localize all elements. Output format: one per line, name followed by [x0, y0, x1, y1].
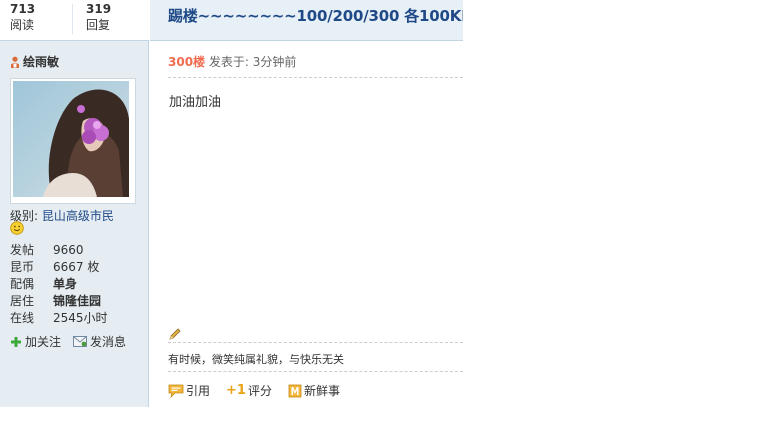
info-value: 锦隆佳园: [53, 294, 102, 308]
info-value: 6667 枚: [53, 260, 100, 274]
posted-prefix: 发表于:: [208, 55, 249, 69]
info-row-spouse: 配偶 单身: [10, 276, 140, 293]
fresh-label: 新鲜事: [303, 384, 340, 398]
author-level: 级别: 昆山高级市民: [10, 207, 114, 224]
post-actions: 引用 +1 评分 新鲜事: [168, 382, 356, 399]
rate-button[interactable]: +1 评分: [226, 382, 272, 399]
info-row-posts: 发帖 9660: [10, 242, 140, 259]
author-name[interactable]: 绘雨敏: [23, 53, 59, 70]
info-key: 发帖: [10, 243, 35, 257]
signature: 有时候，微笑纯属礼貌，与快乐无关: [168, 353, 344, 366]
user-icon: [11, 56, 19, 68]
replies-count: 319: [86, 2, 112, 16]
post-meta: 300楼 发表于: 3分钟前: [168, 53, 296, 70]
smiley-icon: [10, 221, 24, 235]
replies-stat: 319 回复: [86, 2, 154, 33]
rate-plus-icon: +1: [226, 383, 246, 398]
rate-label: 评分: [247, 384, 272, 398]
message-label: 发消息: [90, 335, 127, 349]
follow-label: 加关注: [25, 335, 62, 349]
posted-time: 3分钟前: [252, 55, 297, 69]
info-row-online: 在线 2545小时: [10, 310, 140, 327]
replies-label: 回复: [86, 18, 111, 32]
quote-label: 引用: [186, 384, 211, 398]
info-key: 在线: [10, 311, 35, 325]
mail-icon: [73, 336, 88, 347]
thread-stats: 713 阅读 319 回复: [0, 0, 149, 41]
meta-divider: [168, 77, 463, 78]
fresh-button[interactable]: 新鲜事: [288, 382, 340, 399]
info-value: 2545小时: [53, 311, 108, 325]
actions-divider: [168, 371, 463, 372]
post-content: 加油加油: [169, 95, 222, 110]
avatar-image: [13, 81, 129, 197]
fresh-icon: [288, 384, 302, 397]
info-value: 9660: [53, 243, 84, 257]
info-row-coins: 昆币 6667 枚: [10, 259, 140, 276]
follow-button[interactable]: 加关注: [10, 333, 61, 350]
stats-divider: [72, 4, 73, 34]
views-stat: 713 阅读: [10, 2, 78, 33]
quote-icon: [168, 384, 184, 398]
thread-header: 踢楼~~~~~~~~100/200/300 各100KB: [150, 0, 463, 41]
info-row-residence: 居住 锦隆佳园: [10, 293, 140, 310]
author-name-row: 绘雨敏: [10, 53, 59, 70]
author-sidebar: 绘雨敏 级别: 昆山高级市民 发帖 9660 昆币 6667 枚 配偶 单身 居…: [0, 41, 149, 407]
info-key: 居住: [10, 294, 35, 308]
quote-button[interactable]: 引用: [168, 382, 210, 399]
pencil-icon: [169, 328, 181, 340]
floor-number[interactable]: 300楼: [168, 55, 205, 69]
send-message-button[interactable]: 发消息: [73, 333, 126, 350]
author-actions: 加关注 发消息: [10, 333, 138, 350]
views-label: 阅读: [10, 18, 35, 32]
info-key: 配偶: [10, 277, 35, 291]
info-value: 单身: [53, 277, 78, 291]
level-value[interactable]: 昆山高级市民: [42, 209, 114, 223]
views-count: 713: [10, 2, 36, 16]
signature-divider: [168, 342, 463, 343]
info-key: 昆币: [10, 260, 35, 274]
avatar[interactable]: [10, 78, 136, 204]
thread-title[interactable]: 踢楼~~~~~~~~100/200/300 各100KB: [168, 5, 463, 26]
author-info: 发帖 9660 昆币 6667 枚 配偶 单身 居住 锦隆佳园 在线 2545小…: [10, 242, 140, 327]
plus-icon: [11, 336, 21, 347]
post-body: 300楼 发表于: 3分钟前 加油加油 有时候，微笑纯属礼貌，与快乐无关 引用 …: [150, 41, 463, 407]
